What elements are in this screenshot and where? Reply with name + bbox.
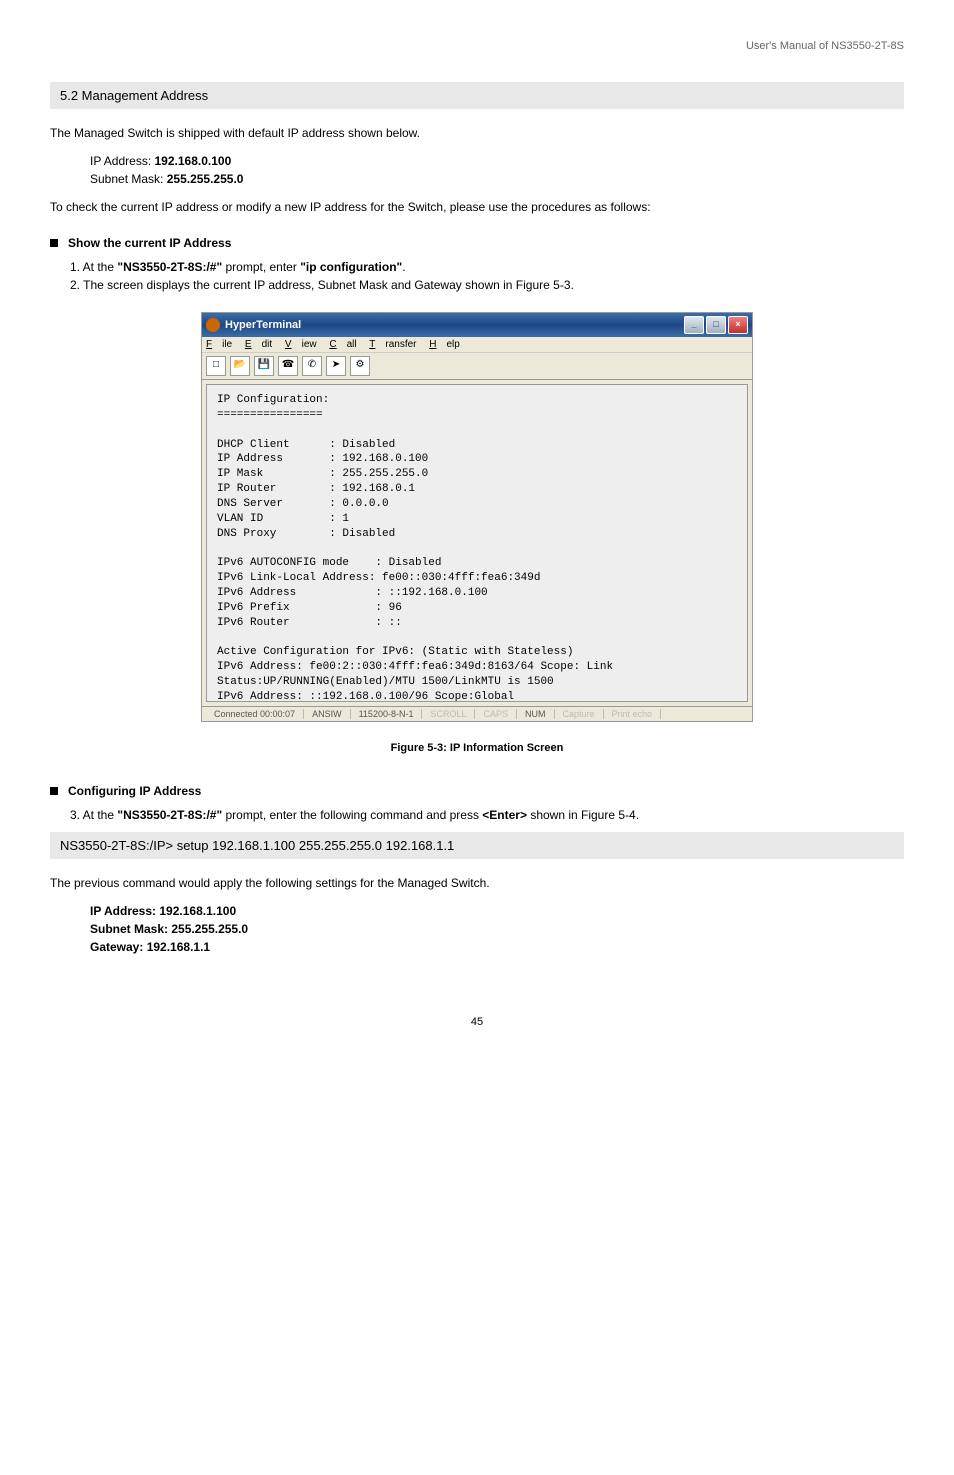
step1-cmd: "ip configuration" [300,260,402,274]
status-baud: 115200-8-N-1 [351,709,423,719]
status-detect: ANSIW [304,709,351,719]
menu-view[interactable]: View [285,339,317,350]
titlebar[interactable]: HyperTerminal _ □ × [202,313,752,337]
step1-prompt: "NS3550-2T-8S:/#" [117,260,222,274]
close-button[interactable]: × [728,316,748,334]
statusbar: Connected 00:00:07 ANSIW 115200-8-N-1 SC… [202,706,752,721]
menu-call[interactable]: Call [329,339,356,350]
bullet-title: Show the current IP Address [68,236,231,250]
maximize-button[interactable]: □ [706,316,726,334]
desc-text: To check the current IP address or modif… [50,198,904,216]
ip-label: IP Address: [90,154,151,168]
step3-a: 3. At the [70,808,117,822]
default-ip-block: IP Address: 192.168.0.100 Subnet Mask: 2… [90,152,904,188]
open-icon[interactable]: 📂 [230,356,250,376]
mask-label: Subnet Mask: [90,172,163,186]
status-print: Print echo [604,709,662,719]
status-connected: Connected 00:00:07 [206,709,304,719]
new-mask-label: Subnet Mask: [90,922,168,936]
status-caps: CAPS [475,709,517,719]
new-gw-value: 192.168.1.1 [147,940,210,954]
send-icon[interactable]: ➤ [326,356,346,376]
step3-c: prompt, enter the following command and … [222,808,482,822]
window-controls: _ □ × [684,316,748,334]
status-num: NUM [517,709,555,719]
page-number: 45 [50,1016,904,1028]
step3-prompt: "NS3550-2T-8S:/#" [117,808,222,822]
closing-text: The previous command would apply the fol… [50,874,904,892]
hyperterminal-window: HyperTerminal _ □ × File Edit View Call … [201,312,753,722]
new-icon[interactable]: □ [206,356,226,376]
menu-help[interactable]: Help [429,339,460,350]
call-icon[interactable]: ☎ [278,356,298,376]
app-icon [206,318,220,332]
manual-header: User's Manual of NS3550-2T-8S [50,40,904,52]
step-3: 3. At the "NS3550-2T-8S:/#" prompt, ente… [70,808,904,822]
step1-c: prompt, enter [222,260,300,274]
step-2: 2. The screen displays the current IP ad… [70,278,904,292]
status-capture: Capture [555,709,604,719]
intro-text: The Managed Switch is shipped with defau… [50,124,904,142]
bullet-show-ip: Show the current IP Address [50,236,904,250]
step3-key: <Enter> [482,808,527,822]
step-1: 1. At the "NS3550-2T-8S:/#" prompt, ente… [70,260,904,292]
figure-caption: Figure 5-3: IP Information Screen [50,742,904,754]
step1-a: 1. At the [70,260,117,274]
menu-file[interactable]: File [206,339,232,350]
bullet-config-ip: Configuring IP Address [50,784,904,798]
props-icon[interactable]: ⚙ [350,356,370,376]
new-ip-label: IP Address: [90,904,156,918]
bullet-square-icon [50,239,58,247]
step3-e: shown in Figure 5-4. [527,808,639,822]
menu-transfer[interactable]: Transfer [369,339,416,350]
new-mask-value: 255.255.255.0 [171,922,248,936]
mask-value: 255.255.255.0 [167,172,244,186]
window-title: HyperTerminal [225,319,684,331]
status-scroll: SCROLL [422,709,475,719]
new-gw-label: Gateway: [90,940,143,954]
ip-value: 192.168.0.100 [155,154,232,168]
minimize-button[interactable]: _ [684,316,704,334]
menu-edit[interactable]: Edit [245,339,272,350]
terminal-output[interactable]: IP Configuration: ================ DHCP … [206,384,748,702]
bullet-square-icon [50,787,58,795]
bullet2-title: Configuring IP Address [68,784,201,798]
new-ip-value: 192.168.1.100 [159,904,236,918]
new-settings-block: IP Address: 192.168.1.100 Subnet Mask: 2… [90,902,904,956]
toolbar: □ 📂 💾 ☎ ✆ ➤ ⚙ [202,353,752,380]
step1-e: . [402,260,405,274]
section-heading: 5.2 Management Address [50,82,904,109]
command-box: NS3550-2T-8S:/IP> setup 192.168.1.100 25… [50,832,904,859]
save-icon[interactable]: 💾 [254,356,274,376]
hangup-icon[interactable]: ✆ [302,356,322,376]
menubar: File Edit View Call Transfer Help [202,337,752,353]
